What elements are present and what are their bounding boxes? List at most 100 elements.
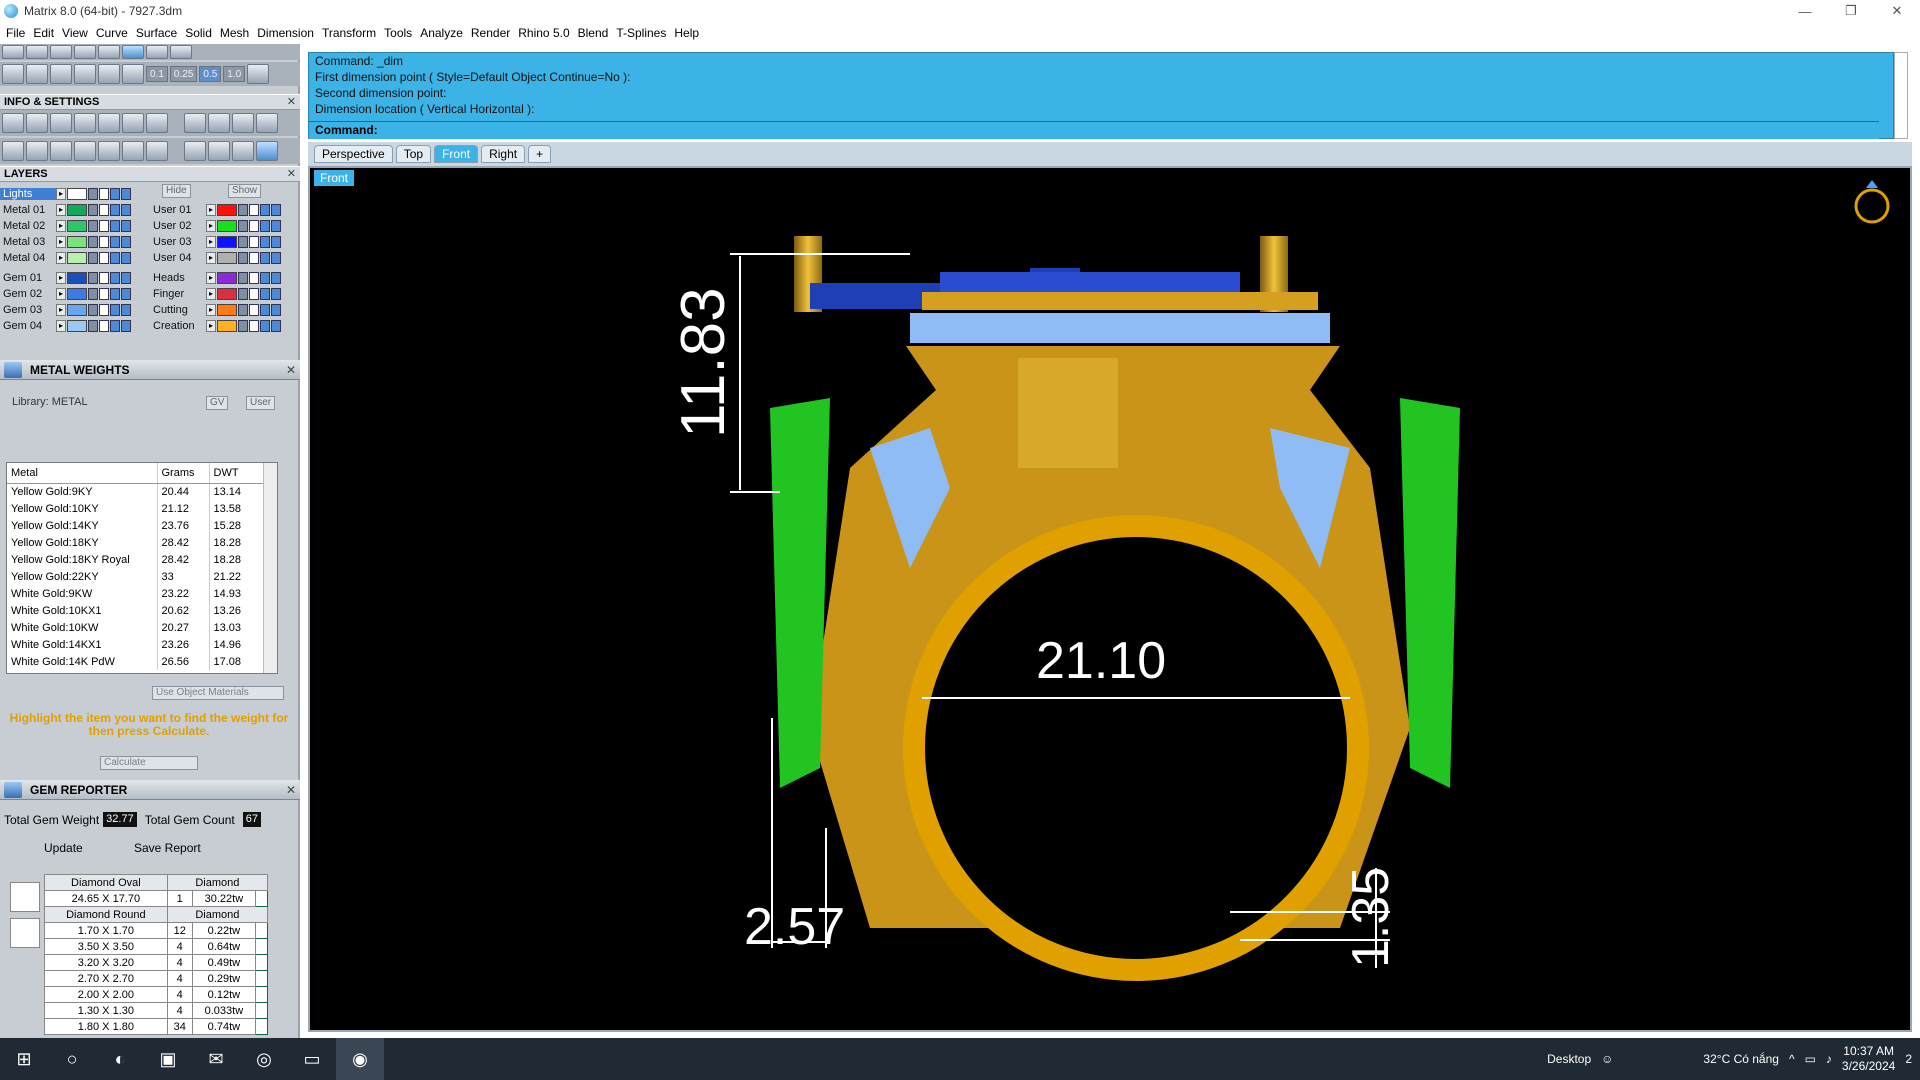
layer-color-swatch[interactable] bbox=[67, 188, 87, 200]
command-scrollbar[interactable] bbox=[1894, 52, 1908, 139]
layer-lock-icon[interactable] bbox=[238, 220, 248, 232]
layer-name[interactable]: User 04 bbox=[150, 252, 206, 264]
menu-mesh[interactable]: Mesh bbox=[220, 26, 249, 40]
layer-lock-icon[interactable] bbox=[238, 304, 248, 316]
command-input[interactable]: Command: bbox=[309, 121, 1879, 139]
layer-name[interactable]: User 03 bbox=[150, 236, 206, 248]
layer-current-icon[interactable] bbox=[271, 304, 281, 316]
layer-visible-icon[interactable] bbox=[99, 220, 109, 232]
clock[interactable]: 10:37 AM 3/26/2024 bbox=[1842, 1044, 1895, 1074]
layer-lock-icon[interactable] bbox=[88, 252, 98, 264]
cube-icon[interactable] bbox=[74, 113, 96, 133]
layer-expand-icon[interactable]: ▸ bbox=[56, 288, 66, 300]
layer-visible-icon[interactable] bbox=[249, 288, 259, 300]
layer-visible-icon[interactable] bbox=[249, 252, 259, 264]
layers-icon[interactable] bbox=[50, 113, 72, 133]
snap-value-0[interactable]: 0.1 bbox=[146, 66, 168, 82]
gv-toggle[interactable]: GV bbox=[206, 396, 229, 410]
search-icon[interactable]: ○ bbox=[48, 1038, 96, 1080]
layer-expand-icon[interactable]: ▸ bbox=[206, 272, 216, 284]
gem-row[interactable]: 1.70 X 1.70 12 0.22tw ▸ bbox=[44, 922, 268, 939]
layer-select-icon[interactable] bbox=[260, 220, 270, 232]
hide-button[interactable]: Hide bbox=[162, 184, 191, 198]
layer-row[interactable]: User 04 ▸ bbox=[150, 250, 282, 266]
layer-expand-icon[interactable]: ▸ bbox=[56, 304, 66, 316]
zoom-icon[interactable] bbox=[26, 113, 48, 133]
menu-file[interactable]: File bbox=[6, 26, 25, 40]
layer-row[interactable]: Heads ▸ bbox=[150, 270, 282, 286]
desktop-toolbar[interactable]: Desktop bbox=[1547, 1052, 1591, 1066]
layer-current-icon[interactable] bbox=[271, 272, 281, 284]
layer-row[interactable]: Finger ▸ bbox=[150, 286, 282, 302]
layer-color-swatch[interactable] bbox=[67, 204, 87, 216]
table-row[interactable]: White Gold:14KX1 23.26 14.96 bbox=[7, 636, 265, 653]
layer-current-icon[interactable] bbox=[271, 236, 281, 248]
layer-select-icon[interactable] bbox=[110, 220, 120, 232]
layer-name[interactable]: User 01 bbox=[150, 204, 206, 216]
layer-visible-icon[interactable] bbox=[99, 188, 109, 200]
layer-row[interactable]: Gem 03 ▸ bbox=[0, 302, 132, 318]
settings-icon[interactable] bbox=[2, 113, 24, 133]
layer-name[interactable]: Gem 02 bbox=[0, 288, 56, 300]
tab-top[interactable]: Top bbox=[395, 145, 432, 163]
table-row[interactable]: Yellow Gold:9KY 20.44 13.14 bbox=[7, 483, 265, 500]
add-viewport-icon[interactable]: + bbox=[528, 145, 552, 163]
layer-row[interactable]: Creation ▸ bbox=[150, 318, 282, 334]
start-icon[interactable]: ⊞ bbox=[0, 1038, 48, 1080]
edge-icon[interactable]: ◐ bbox=[96, 1038, 144, 1080]
update-button[interactable]: Update bbox=[44, 841, 83, 855]
layer-lock-icon[interactable] bbox=[88, 320, 98, 332]
layer-color-swatch[interactable] bbox=[67, 320, 87, 332]
layer-row[interactable]: Gem 01 ▸ bbox=[0, 270, 132, 286]
dimension-tool-icon[interactable] bbox=[122, 45, 144, 59]
use-object-materials-checkbox[interactable]: Use Object Materials bbox=[152, 686, 284, 700]
table-row[interactable]: White Gold:9KW 23.22 14.93 bbox=[7, 585, 265, 602]
layer-expand-icon[interactable]: ▸ bbox=[206, 236, 216, 248]
people-icon[interactable]: ☺ bbox=[1601, 1052, 1613, 1066]
layer-visible-icon[interactable] bbox=[249, 272, 259, 284]
snap-value-2[interactable]: 0.5 bbox=[199, 66, 222, 82]
menu-solid[interactable]: Solid bbox=[185, 26, 212, 40]
mail-icon[interactable]: ✉ bbox=[192, 1038, 240, 1080]
close-button[interactable]: ✕ bbox=[1874, 0, 1920, 22]
close-icon[interactable]: ✕ bbox=[287, 95, 296, 110]
layer-expand-icon[interactable]: ▸ bbox=[206, 204, 216, 216]
select-icon[interactable] bbox=[122, 141, 144, 161]
polyline-tool-icon[interactable] bbox=[98, 45, 120, 59]
layer-expand-icon[interactable]: ▸ bbox=[206, 320, 216, 332]
layer-name[interactable]: Metal 04 bbox=[0, 252, 56, 264]
layer-expand-icon[interactable]: ▸ bbox=[56, 204, 66, 216]
menu-help[interactable]: Help bbox=[674, 26, 699, 40]
menu-analyze[interactable]: Analyze bbox=[420, 26, 463, 40]
tab-front[interactable]: Front bbox=[434, 145, 479, 163]
layer-color-swatch[interactable] bbox=[67, 220, 87, 232]
menu-dimension[interactable]: Dimension bbox=[257, 26, 314, 40]
select-gem-icon[interactable]: ▸ bbox=[255, 922, 268, 939]
layer-name[interactable]: Metal 02 bbox=[0, 220, 56, 232]
stats-icon[interactable] bbox=[146, 141, 168, 161]
gem-icon[interactable] bbox=[146, 113, 168, 133]
ortho-icon[interactable] bbox=[26, 64, 48, 84]
select-gem-icon[interactable]: ▸ bbox=[255, 970, 268, 987]
gem-row[interactable]: 3.20 X 3.20 4 0.49tw ▸ bbox=[44, 954, 268, 971]
select-gem-icon[interactable]: ▸ bbox=[255, 986, 268, 1003]
close-icon[interactable]: ✕ bbox=[286, 360, 296, 380]
layer-row[interactable]: Metal 02 ▸ bbox=[0, 218, 132, 234]
gear-icon[interactable] bbox=[208, 141, 230, 161]
layer-visible-icon[interactable] bbox=[99, 320, 109, 332]
layer-color-swatch[interactable] bbox=[67, 252, 87, 264]
material-icon[interactable] bbox=[256, 113, 278, 133]
table-row[interactable]: White Gold:14K PdW 26.56 17.08 bbox=[7, 653, 265, 670]
col-metal[interactable]: Metal bbox=[7, 463, 158, 484]
menu-surface[interactable]: Surface bbox=[136, 26, 177, 40]
layer-row[interactable]: User 03 ▸ bbox=[150, 234, 282, 250]
layer-name[interactable]: Metal 03 bbox=[0, 236, 56, 248]
layer-visible-icon[interactable] bbox=[249, 320, 259, 332]
layer-select-icon[interactable] bbox=[260, 288, 270, 300]
volume-icon[interactable]: ♪ bbox=[1826, 1052, 1832, 1066]
layer-expand-icon[interactable]: ▸ bbox=[56, 272, 66, 284]
circle-tool-icon[interactable] bbox=[146, 45, 168, 59]
layer-lock-icon[interactable] bbox=[88, 204, 98, 216]
layer-lock-icon[interactable] bbox=[88, 220, 98, 232]
gem-row[interactable]: 1.30 X 1.30 4 0.033tw ▸ bbox=[44, 1002, 268, 1019]
